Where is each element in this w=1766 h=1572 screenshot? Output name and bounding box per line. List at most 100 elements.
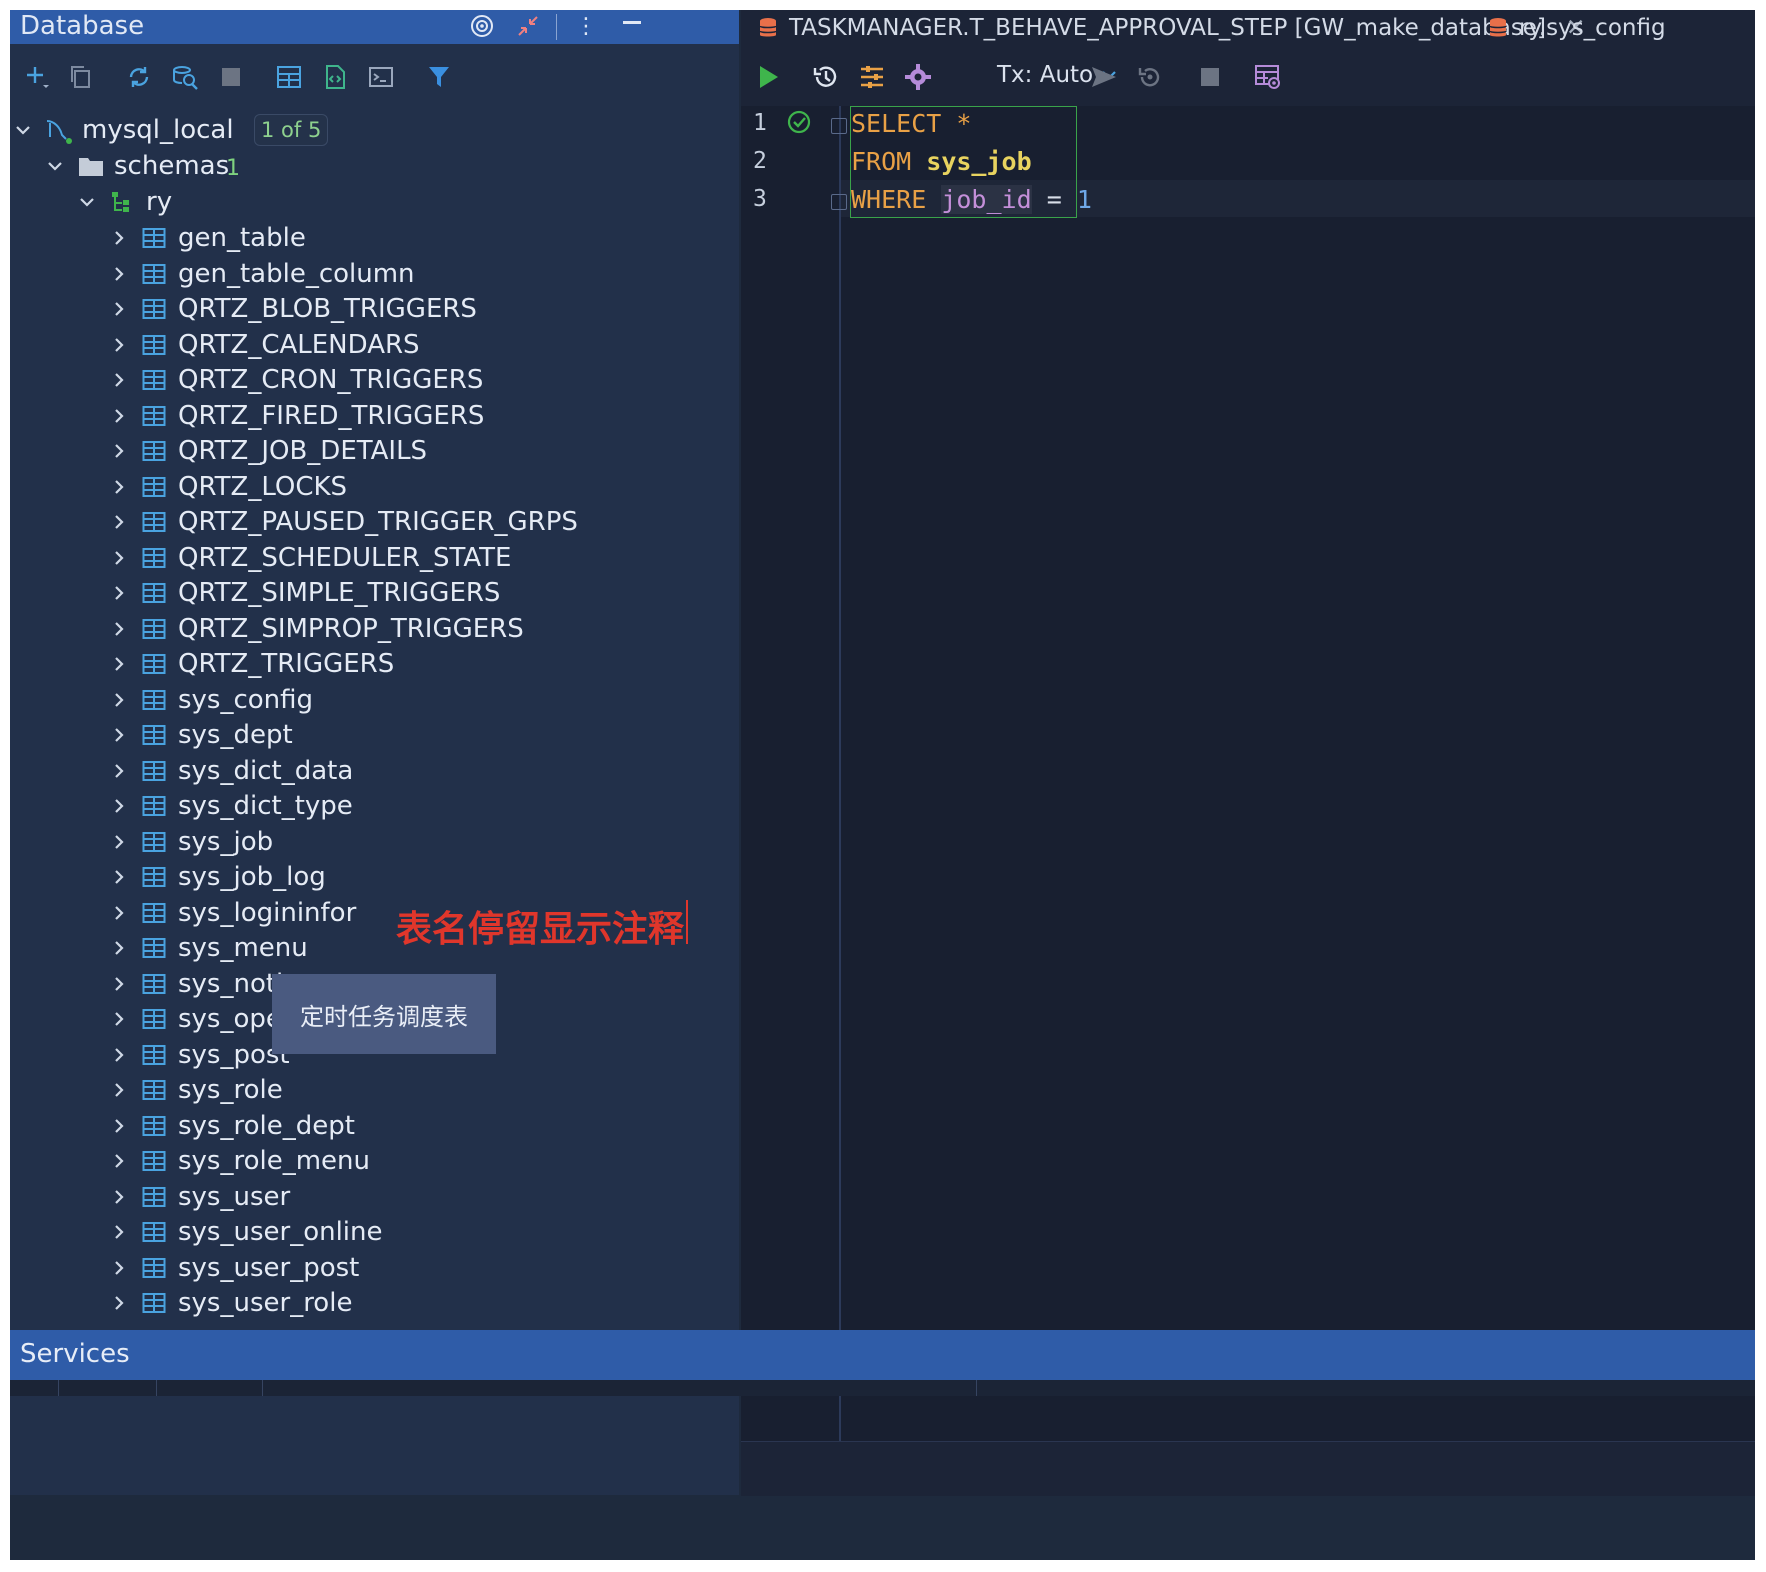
tree-node-table[interactable]: sys_role_menu — [10, 1141, 739, 1181]
tree-node-schema-ry[interactable]: ry — [10, 182, 739, 222]
chevron-right-icon[interactable] — [108, 1150, 130, 1172]
console-icon[interactable] — [364, 60, 398, 94]
table-label: sys_job_log — [178, 862, 326, 892]
tab-sys-config[interactable]: ry.sys_config — [1489, 10, 1666, 46]
chevron-right-icon[interactable] — [108, 1115, 130, 1137]
add-icon[interactable] — [20, 60, 54, 94]
sql-editor[interactable]: 1 2 3 SELECT * FROM sys_job WHERE job_id… — [741, 106, 1755, 1441]
table-label: sys_logininfor — [178, 897, 357, 928]
chevron-right-icon[interactable] — [108, 1221, 130, 1243]
chevron-right-icon[interactable] — [108, 263, 130, 285]
tree-node-table[interactable]: QRTZ_FIRED_TRIGGERS — [10, 396, 739, 436]
tree-node-table[interactable]: QRTZ_SIMPLE_TRIGGERS — [10, 573, 739, 613]
chevron-right-icon[interactable] — [108, 547, 130, 569]
chevron-down-icon[interactable] — [76, 191, 98, 213]
target-icon[interactable] — [468, 12, 496, 40]
fold-marker-icon[interactable] — [831, 118, 847, 134]
chevron-right-icon[interactable] — [108, 724, 130, 746]
connection-count-badge[interactable]: 1 of 5 — [254, 114, 329, 146]
tree-node-table[interactable]: sys_dict_data — [10, 751, 739, 791]
refresh-icon[interactable] — [122, 60, 156, 94]
stop-icon[interactable] — [1193, 60, 1227, 94]
tab-taskmanager[interactable]: TASKMANAGER.T_BEHAVE_APPROVAL_STEP [GW_m… — [759, 10, 1585, 46]
chevron-right-icon[interactable] — [108, 440, 130, 462]
tree-node-table[interactable]: sys_config — [10, 680, 739, 720]
tree-node-table[interactable]: sys_user — [10, 1177, 739, 1217]
chevron-down-icon[interactable] — [44, 155, 66, 177]
table-icon — [142, 1185, 166, 1209]
gear-icon[interactable] — [901, 60, 935, 94]
chevron-right-icon[interactable] — [108, 511, 130, 533]
tree-node-table[interactable]: sys_user_role — [10, 1283, 739, 1323]
tree-node-table[interactable]: QRTZ_PAUSED_TRIGGER_GRPS — [10, 502, 739, 542]
tree-node-connection[interactable]: mysql_local 1 of 5 — [10, 110, 739, 150]
tree-node-table[interactable]: gen_table — [10, 218, 739, 258]
collapse-icon[interactable] — [514, 12, 542, 40]
schema-search-icon[interactable] — [168, 60, 202, 94]
chevron-right-icon[interactable] — [108, 902, 130, 924]
tree-node-table[interactable]: gen_table_column — [10, 254, 739, 294]
chevron-right-icon[interactable] — [108, 866, 130, 888]
tree-node-table[interactable]: sys_dict_type — [10, 786, 739, 826]
chevron-right-icon[interactable] — [108, 937, 130, 959]
chevron-right-icon[interactable] — [108, 831, 130, 853]
chevron-right-icon[interactable] — [108, 653, 130, 675]
commit-icon[interactable] — [1087, 60, 1121, 94]
minimize-icon[interactable] — [618, 12, 646, 40]
run-icon[interactable] — [751, 60, 785, 94]
chevron-right-icon[interactable] — [108, 476, 130, 498]
tree-node-table[interactable]: sys_role_dept — [10, 1106, 739, 1146]
filter-icon[interactable] — [422, 60, 456, 94]
tree-node-table[interactable]: QRTZ_BLOB_TRIGGERS — [10, 289, 739, 329]
tree-node-table[interactable]: sys_user_online — [10, 1212, 739, 1252]
tree-node-table[interactable]: sys_dept — [10, 715, 739, 755]
chevron-right-icon[interactable] — [108, 1257, 130, 1279]
tree-node-table[interactable]: QRTZ_TRIGGERS — [10, 644, 739, 684]
settings-sliders-icon[interactable] — [855, 60, 889, 94]
services-tool-window-bar[interactable]: Services — [10, 1330, 1755, 1380]
schemas-count: 1 — [226, 156, 240, 181]
table-label: QRTZ_BLOB_TRIGGERS — [178, 294, 477, 324]
chevron-right-icon[interactable] — [108, 1044, 130, 1066]
chevron-right-icon[interactable] — [108, 1079, 130, 1101]
sql-table-name[interactable]: sys_job — [926, 147, 1031, 176]
tree-node-table[interactable]: QRTZ_SCHEDULER_STATE — [10, 538, 739, 578]
table-icon — [142, 1291, 166, 1315]
chevron-right-icon[interactable] — [108, 298, 130, 320]
tree-node-table[interactable]: sys_job_log — [10, 857, 739, 897]
chevron-right-icon[interactable] — [108, 405, 130, 427]
tree-node-table[interactable]: QRTZ_JOB_DETAILS — [10, 431, 739, 471]
chevron-right-icon[interactable] — [108, 1008, 130, 1030]
fold-marker-icon[interactable] — [831, 194, 847, 210]
tree-node-table[interactable]: QRTZ_CALENDARS — [10, 325, 739, 365]
chevron-down-icon[interactable] — [12, 119, 34, 141]
chevron-right-icon[interactable] — [108, 582, 130, 604]
table-view-icon[interactable] — [272, 60, 306, 94]
chevron-right-icon[interactable] — [108, 369, 130, 391]
tree-node-schemas[interactable]: schemas 1 — [10, 146, 739, 186]
tree-node-table[interactable]: sys_job — [10, 822, 739, 862]
chevron-right-icon[interactable] — [108, 1292, 130, 1314]
chevron-right-icon[interactable] — [108, 689, 130, 711]
tree-node-table[interactable]: QRTZ_SIMPROP_TRIGGERS — [10, 609, 739, 649]
history-icon[interactable] — [809, 60, 843, 94]
view-results-icon[interactable] — [1251, 60, 1285, 94]
tree-node-table[interactable]: sys_role — [10, 1070, 739, 1110]
table-icon — [142, 794, 166, 818]
more-options-icon[interactable]: ⋮ — [572, 12, 600, 40]
sql-column-name[interactable]: job_id — [941, 185, 1032, 214]
tree-node-table[interactable]: sys_user_post — [10, 1248, 739, 1288]
copy-icon[interactable] — [64, 60, 98, 94]
tree-node-table[interactable]: QRTZ_CRON_TRIGGERS — [10, 360, 739, 400]
chevron-right-icon[interactable] — [108, 795, 130, 817]
chevron-right-icon[interactable] — [108, 973, 130, 995]
ddl-file-icon[interactable] — [318, 60, 352, 94]
chevron-right-icon[interactable] — [108, 1186, 130, 1208]
chevron-right-icon[interactable] — [108, 227, 130, 249]
chevron-right-icon[interactable] — [108, 618, 130, 640]
tree-node-table[interactable]: QRTZ_LOCKS — [10, 467, 739, 507]
stop-icon[interactable] — [214, 60, 248, 94]
rollback-icon[interactable] — [1133, 60, 1167, 94]
chevron-right-icon[interactable] — [108, 334, 130, 356]
chevron-right-icon[interactable] — [108, 760, 130, 782]
